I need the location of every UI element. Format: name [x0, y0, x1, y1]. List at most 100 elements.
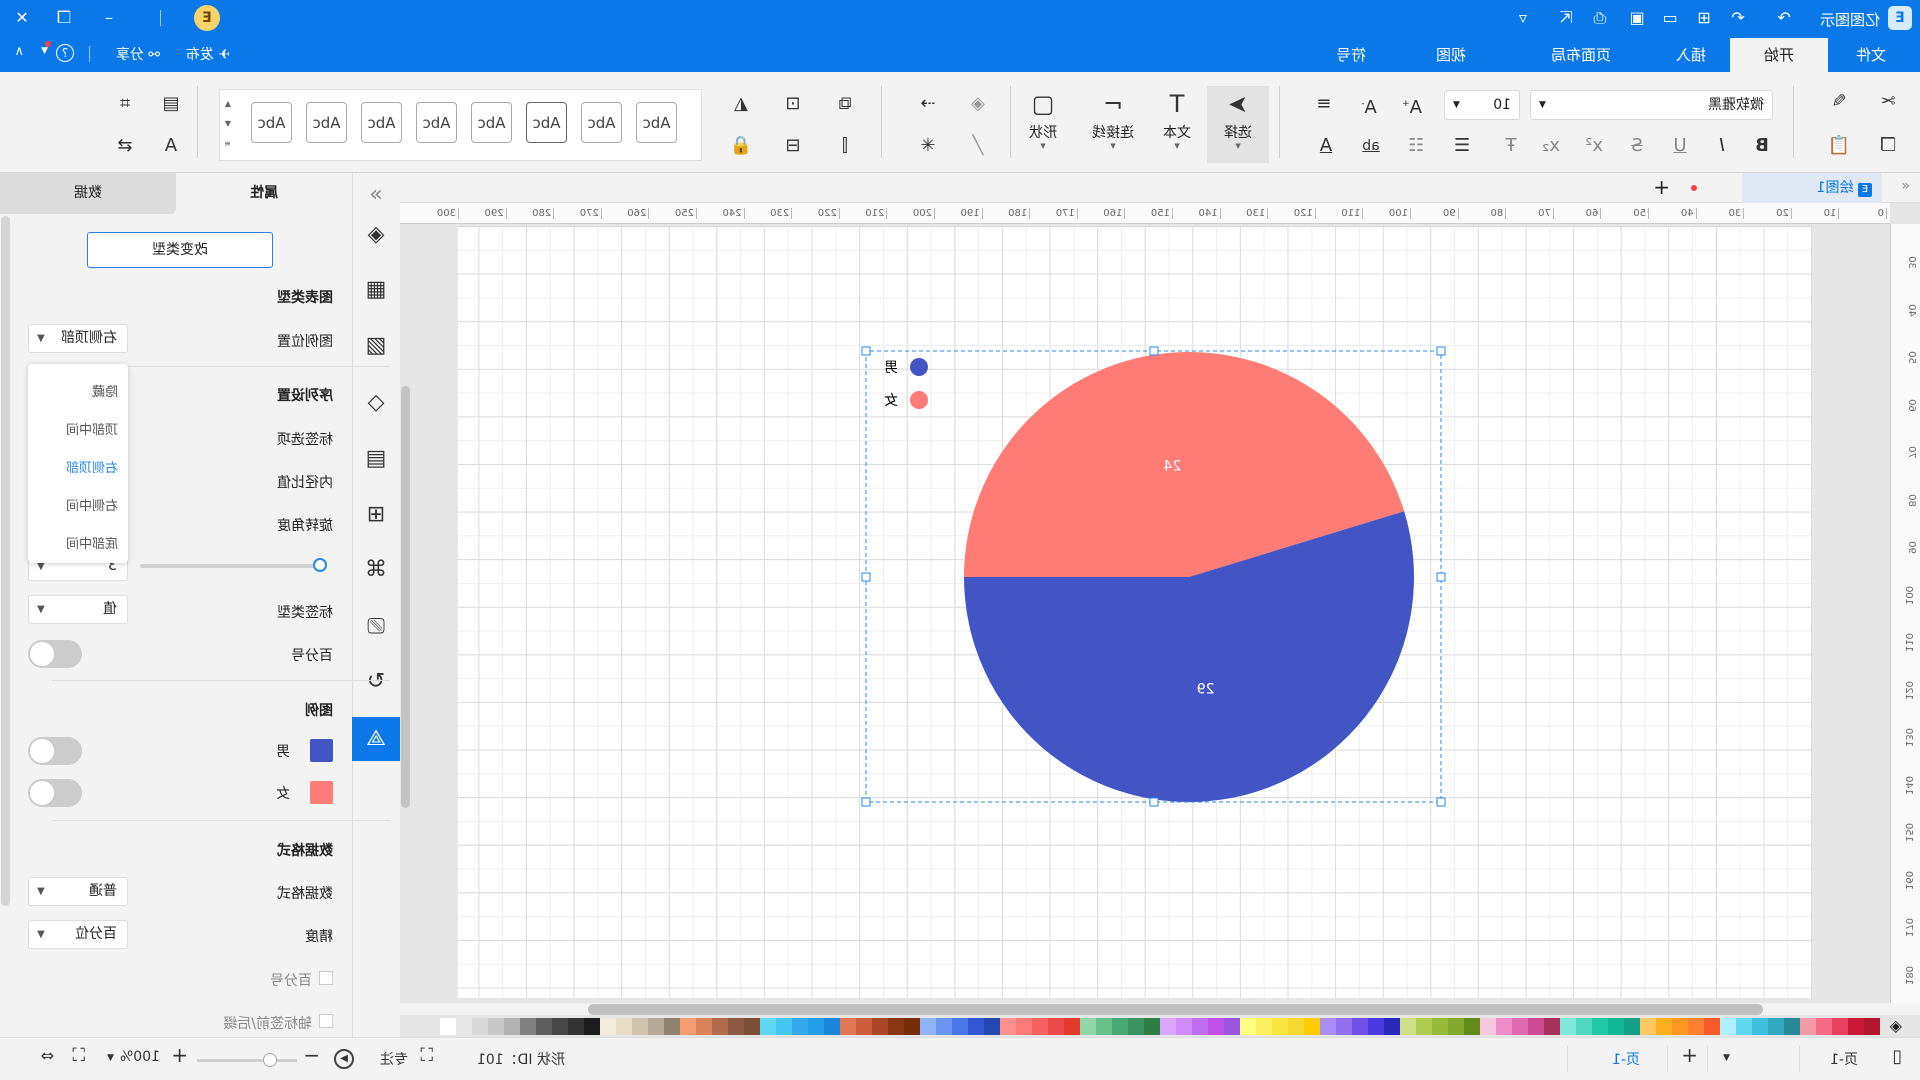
color-swatch[interactable] [1048, 1018, 1064, 1035]
color-swatch[interactable] [1736, 1018, 1752, 1035]
percent-checkbox[interactable] [319, 971, 333, 985]
color-swatch[interactable] [1080, 1018, 1096, 1035]
pie-chart[interactable]: 24 29 男女 [400, 0, 1920, 1003]
fullscreen-icon[interactable]: ⛶ [72, 1045, 85, 1066]
vertical-scrollbar[interactable] [401, 386, 410, 808]
page-view-icon[interactable]: ▯ [1892, 1046, 1902, 1067]
legend-toggle-female[interactable] [28, 779, 82, 807]
precision-select[interactable]: 百分位 ▼ [28, 920, 128, 949]
color-swatch[interactable] [600, 1018, 616, 1035]
color-swatch[interactable] [1816, 1018, 1832, 1035]
color-swatch[interactable] [760, 1018, 776, 1035]
publish-button[interactable]: ✈ 发布 [186, 44, 230, 64]
color-swatch[interactable] [856, 1018, 872, 1035]
color-swatch[interactable] [504, 1018, 520, 1035]
slider-knob[interactable] [313, 558, 327, 572]
zoom-level[interactable]: 100% [120, 1049, 160, 1065]
replace-icon[interactable]: ⇄ [112, 134, 138, 158]
color-swatch[interactable] [1704, 1018, 1720, 1035]
color-swatch[interactable] [1448, 1018, 1464, 1035]
color-swatch[interactable] [456, 1018, 472, 1035]
premium-badge-icon[interactable]: E [194, 5, 220, 31]
focus-label[interactable]: 专注 [380, 1049, 408, 1069]
style-preset[interactable]: Abc [306, 102, 347, 143]
dropdown-option[interactable]: 右侧中间 [66, 495, 118, 514]
color-swatch[interactable] [1592, 1018, 1608, 1035]
gallery-scroll[interactable]: ▲ ▼ ≡ [224, 94, 231, 154]
color-swatch[interactable] [1432, 1018, 1448, 1035]
color-swatch[interactable] [936, 1018, 952, 1035]
color-swatch[interactable] [1096, 1018, 1112, 1035]
color-swatch[interactable] [1144, 1018, 1160, 1035]
color-swatch[interactable] [1304, 1018, 1320, 1035]
color-swatch[interactable] [808, 1018, 824, 1035]
crop-icon[interactable]: ⌗ [112, 92, 138, 116]
label-type-select[interactable]: 值 ▼ [28, 595, 128, 624]
color-swatch[interactable] [1608, 1018, 1624, 1035]
color-swatch[interactable] [1480, 1018, 1496, 1035]
color-swatch[interactable] [1512, 1018, 1528, 1035]
color-swatch[interactable] [1176, 1018, 1192, 1035]
color-swatch[interactable] [1768, 1018, 1784, 1035]
color-swatch[interactable] [1528, 1018, 1544, 1035]
color-swatch[interactable] [1208, 1018, 1224, 1035]
color-swatch[interactable] [696, 1018, 712, 1035]
percent-toggle[interactable] [28, 640, 82, 668]
theme-icon[interactable]: ▤ [158, 92, 184, 116]
color-swatch[interactable] [872, 1018, 888, 1035]
focus-icon[interactable]: ⛶ [420, 1045, 433, 1066]
color-swatch[interactable] [776, 1018, 792, 1035]
zoom-in-button[interactable]: + [171, 1043, 188, 1067]
page-name[interactable]: 页-1 [1830, 1049, 1858, 1069]
zoom-slider-knob[interactable] [263, 1053, 277, 1067]
dropdown-option[interactable]: 隐藏 [92, 381, 118, 400]
color-swatch[interactable] [1848, 1018, 1864, 1035]
play-icon[interactable]: ▶ [334, 1049, 354, 1069]
color-swatch[interactable] [1624, 1018, 1640, 1035]
color-swatch[interactable] [648, 1018, 664, 1035]
fill-palette-icon[interactable]: ◈ [1890, 1016, 1902, 1035]
color-swatch[interactable] [1400, 1018, 1416, 1035]
color-swatch[interactable] [1288, 1018, 1304, 1035]
color-swatch[interactable] [536, 1018, 552, 1035]
color-swatch[interactable] [552, 1018, 568, 1035]
color-swatch[interactable] [1656, 1018, 1672, 1035]
color-swatch[interactable] [1832, 1018, 1848, 1035]
color-swatch[interactable] [1224, 1018, 1240, 1035]
close-button[interactable]: ✕ [12, 8, 32, 28]
color-swatch[interactable] [1384, 1018, 1400, 1035]
color-swatch[interactable] [1784, 1018, 1800, 1035]
color-swatch[interactable] [1320, 1018, 1336, 1035]
rotation-slider[interactable] [140, 558, 327, 572]
color-swatch[interactable] [1496, 1018, 1512, 1035]
legend-position-select[interactable]: 右侧顶部 ▼ [28, 324, 128, 353]
resize-handle[interactable] [1436, 797, 1446, 807]
data-format-select[interactable]: 普通 ▼ [28, 877, 128, 906]
color-swatch[interactable] [1544, 1018, 1560, 1035]
color-swatch[interactable] [1160, 1018, 1176, 1035]
resize-handle[interactable] [1149, 346, 1159, 356]
color-swatch[interactable] [1272, 1018, 1288, 1035]
change-type-button[interactable]: 改变类型 [87, 232, 273, 268]
color-swatch[interactable] [824, 1018, 840, 1035]
legend-swatch-male[interactable] [310, 739, 333, 762]
color-swatch[interactable] [1368, 1018, 1384, 1035]
horizontal-scrollbar[interactable] [588, 1004, 1763, 1015]
color-swatch[interactable] [1688, 1018, 1704, 1035]
color-swatch[interactable] [1576, 1018, 1592, 1035]
color-swatch[interactable] [744, 1018, 760, 1035]
color-swatch[interactable] [472, 1018, 488, 1035]
color-swatch[interactable] [440, 1018, 456, 1035]
color-swatch[interactable] [584, 1018, 600, 1035]
color-swatch[interactable] [1112, 1018, 1128, 1035]
resize-handle[interactable] [861, 797, 871, 807]
color-swatch[interactable] [952, 1018, 968, 1035]
color-swatch[interactable] [632, 1018, 648, 1035]
color-swatch[interactable] [968, 1018, 984, 1035]
color-swatch[interactable] [1256, 1018, 1272, 1035]
legend-toggle-male[interactable] [28, 737, 82, 765]
style-preset[interactable]: Abc [251, 102, 292, 143]
style-preset[interactable]: Abc [361, 102, 402, 143]
page-tab[interactable]: 页-1 [1612, 1049, 1640, 1069]
color-swatch[interactable] [1016, 1018, 1032, 1035]
